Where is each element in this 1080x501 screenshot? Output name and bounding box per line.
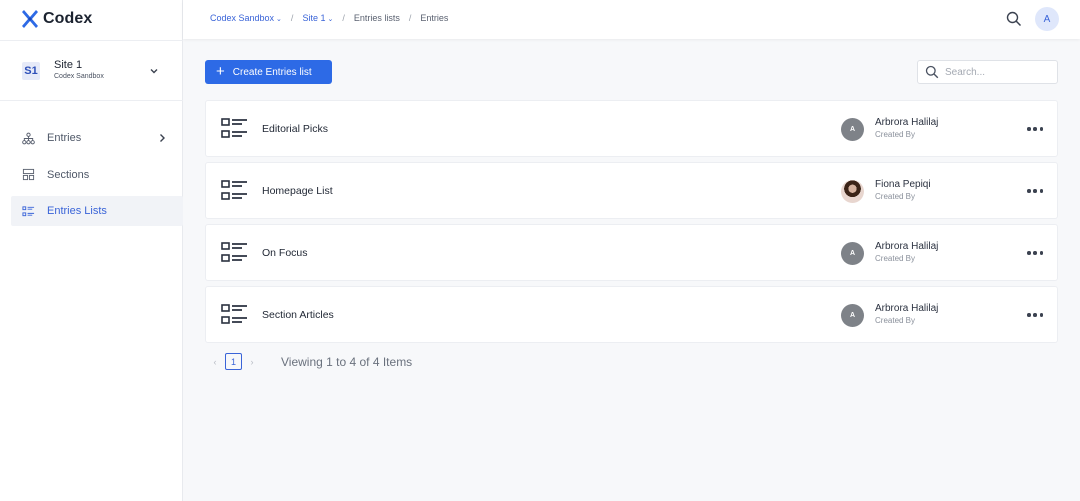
chevron-down-icon[interactable] <box>149 66 159 76</box>
list-item[interactable]: Editorial Picks A Arbrora Halilaj Create… <box>205 100 1058 157</box>
creator-info: Arbrora Halilaj Created By <box>875 240 938 264</box>
creator-avatar <box>841 180 864 203</box>
creator-role: Created By <box>875 316 916 325</box>
creator-info: Arbrora Halilaj Created By <box>875 302 938 326</box>
creator-info: Arbrora Halilaj Created By <box>875 116 938 140</box>
list-icon <box>221 242 247 262</box>
list-title[interactable]: Editorial Picks <box>262 123 328 135</box>
codex-logo-icon <box>22 10 38 28</box>
site-badge: S1 <box>22 61 40 80</box>
sidebar-item-entries-lists[interactable]: Entries Lists <box>11 196 183 226</box>
breadcrumb: Codex Sandbox ⌄ / Site 1 ⌄ / Entries lists… <box>210 13 448 23</box>
user-avatar[interactable]: A <box>1035 7 1059 31</box>
chevron-down-icon: ⌄ <box>276 16 282 23</box>
creator-avatar: A <box>841 304 864 327</box>
creator-name: Arbrora Halilaj <box>875 303 939 314</box>
breadcrumb-org[interactable]: Codex Sandbox ⌄ <box>210 13 282 23</box>
site-org: Codex Sandbox <box>54 73 104 80</box>
sidebar-item-label: Entries <box>47 132 82 144</box>
creator-name: Arbrora Halilaj <box>875 241 939 252</box>
list-item[interactable]: On Focus A Arbrora Halilaj Created By <box>205 224 1058 281</box>
sidebar-item-entries[interactable]: Entries <box>11 123 183 153</box>
breadcrumb-site-label: Site 1 <box>302 13 326 23</box>
breadcrumb-entries-lists[interactable]: Entries lists <box>354 13 400 23</box>
sidebar-item-label: Sections <box>47 168 90 181</box>
list-icon <box>221 304 247 324</box>
site-text: Site 1 Codex Sandbox <box>54 59 104 82</box>
prev-page-icon[interactable]: ‹ <box>205 357 225 367</box>
list-item[interactable]: Section Articles A Arbrora Halilaj Creat… <box>205 286 1058 343</box>
sidebar-item-label: Entries Lists <box>47 205 107 217</box>
search-field[interactable] <box>917 60 1058 84</box>
pagination: ‹ 1 › Viewing 1 to 4 of 4 Items <box>205 353 412 370</box>
creator-info: Fiona Pepiqi Created By <box>875 178 931 202</box>
breadcrumb-separator: / <box>408 13 412 23</box>
layout-icon <box>21 168 35 182</box>
sidebar-item-sections[interactable]: Sections <box>11 160 183 190</box>
site-name: Site 1 <box>54 59 83 71</box>
next-page-icon[interactable]: › <box>242 357 262 367</box>
site-switcher[interactable]: S1 Site 1 Codex Sandbox <box>0 40 183 101</box>
list-title[interactable]: Section Articles <box>262 309 334 321</box>
creator-role: Created By <box>875 254 916 263</box>
create-entries-list-label: Create Entries list <box>232 66 312 78</box>
page-1-button[interactable]: 1 <box>225 353 242 370</box>
more-options-icon[interactable] <box>1027 246 1043 260</box>
breadcrumb-site[interactable]: Site 1 ⌄ <box>302 13 333 23</box>
search-icon <box>925 65 939 79</box>
search-icon[interactable] <box>1006 11 1022 27</box>
creator-avatar: A <box>841 118 864 141</box>
creator-role: Created By <box>875 130 916 139</box>
hierarchy-icon <box>21 131 35 145</box>
sidebar: Codex S1 Site 1 Codex Sandbox Entries Se… <box>0 0 183 501</box>
creator-name: Fiona Pepiqi <box>875 179 931 190</box>
chevron-down-icon: ⌄ <box>327 16 334 23</box>
list-title[interactable]: On Focus <box>262 247 308 259</box>
list-item[interactable]: Homepage List Fiona Pepiqi Created By <box>205 162 1058 219</box>
top-bar: Codex Sandbox ⌄ / Site 1 ⌄ / Entries lists… <box>183 0 1080 39</box>
creator-name: Arbrora Halilaj <box>875 117 939 128</box>
list-title[interactable]: Homepage List <box>262 185 333 197</box>
creator-avatar: A <box>841 242 864 265</box>
sidebar-nav: Entries Sections Entries Lists <box>0 123 183 233</box>
list-icon <box>221 180 247 200</box>
breadcrumb-entries: Entries <box>420 13 449 23</box>
breadcrumb-org-label: Codex Sandbox <box>210 13 275 23</box>
create-entries-list-button[interactable]: + Create Entries list <box>205 60 332 84</box>
breadcrumb-separator: / <box>290 13 294 23</box>
more-options-icon[interactable] <box>1027 122 1043 136</box>
search-input[interactable] <box>945 66 1045 78</box>
breadcrumb-separator: / <box>342 13 345 23</box>
creator-role: Created By <box>875 192 916 201</box>
chevron-right-icon <box>160 134 165 142</box>
more-options-icon[interactable] <box>1027 308 1043 322</box>
app-logo[interactable]: Codex <box>22 9 92 29</box>
list-icon <box>221 118 247 138</box>
pagination-info: Viewing 1 to 4 of 4 Items <box>281 355 413 369</box>
entries-lists-list: Editorial Picks A Arbrora Halilaj Create… <box>205 100 1058 348</box>
app-name: Codex <box>43 10 93 27</box>
list-icon <box>21 204 35 218</box>
plus-icon: + <box>216 63 225 80</box>
more-options-icon[interactable] <box>1027 184 1043 198</box>
